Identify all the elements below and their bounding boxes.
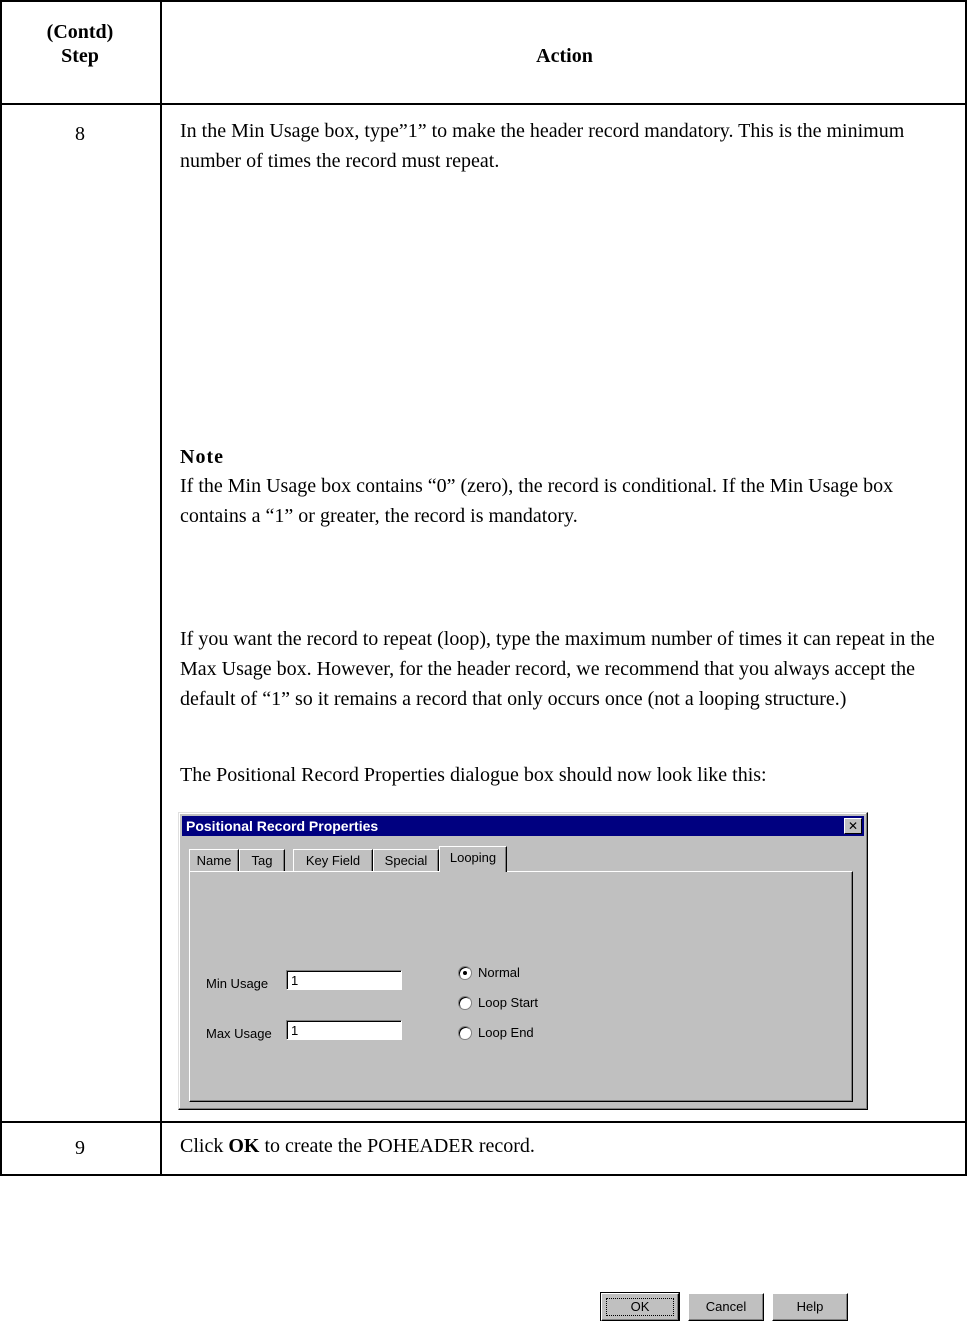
row-divider <box>0 1121 967 1123</box>
looping-panel: Min Usage 1 Max Usage 1 Normal Loop Star… <box>189 871 853 1102</box>
max-usage-input[interactable]: 1 <box>286 1020 402 1040</box>
min-usage-input[interactable]: 1 <box>286 970 402 990</box>
close-icon[interactable]: ✕ <box>844 818 862 834</box>
tab-looping[interactable]: Looping <box>439 846 507 872</box>
radio-loop-start-label: Loop Start <box>478 995 538 1010</box>
header-action: Action <box>536 45 593 67</box>
tab-special[interactable]: Special <box>373 849 439 871</box>
ok-button[interactable]: OK <box>600 1292 680 1321</box>
positional-record-properties-dialog: Positional Record Properties ✕ Name Tag … <box>178 812 868 1321</box>
radio-loop-end-label: Loop End <box>478 1025 534 1040</box>
radio-selected-dot <box>463 971 467 975</box>
step-number-8: 8 <box>75 123 85 145</box>
tab-name[interactable]: Name <box>189 849 239 871</box>
header-step-line2: Step <box>61 45 99 67</box>
ok-focus-ring <box>606 1298 674 1316</box>
max-usage-label: Max Usage <box>206 1026 272 1041</box>
help-button[interactable]: Help <box>772 1293 848 1321</box>
step-9-ok-term: OK <box>228 1135 260 1157</box>
radio-loop-end-circle[interactable] <box>458 1026 472 1040</box>
step-8-intro: In the Min Usage box, type”1” to make th… <box>180 120 905 172</box>
step-9-text-after: to create the POHEADER record. <box>259 1135 535 1157</box>
step-9-text: Click OK to create the POHEADER record. <box>180 1131 960 1161</box>
radio-loop-start-circle[interactable] <box>458 996 472 1010</box>
header-step: (Contd) Step <box>0 20 160 68</box>
dialog-titlebar: Positional Record Properties ✕ <box>182 816 864 836</box>
header-divider <box>0 103 967 105</box>
dialog-title: Positional Record Properties <box>186 818 379 834</box>
tab-key-field[interactable]: Key Field <box>293 849 373 871</box>
note-body: If the Min Usage box contains “0” (zero)… <box>180 475 894 527</box>
radio-normal-circle[interactable] <box>458 966 472 980</box>
header-step-line1: (Contd) <box>46 21 114 43</box>
loop-instructions: If you want the record to repeat (loop),… <box>180 628 935 710</box>
dialog-lead-in: The Positional Record Properties dialogu… <box>180 764 767 786</box>
min-usage-label: Min Usage <box>206 976 269 991</box>
step-number-9: 9 <box>75 1137 85 1159</box>
step-9-text-before: Click <box>180 1135 229 1157</box>
tab-tag[interactable]: Tag <box>239 849 285 871</box>
note-title: Note <box>180 446 224 468</box>
table-border-left <box>0 0 2 1176</box>
column-divider <box>160 0 162 1176</box>
cancel-button[interactable]: Cancel <box>688 1293 764 1321</box>
table-border-top <box>0 0 967 2</box>
radio-normal-label: Normal <box>478 965 520 980</box>
